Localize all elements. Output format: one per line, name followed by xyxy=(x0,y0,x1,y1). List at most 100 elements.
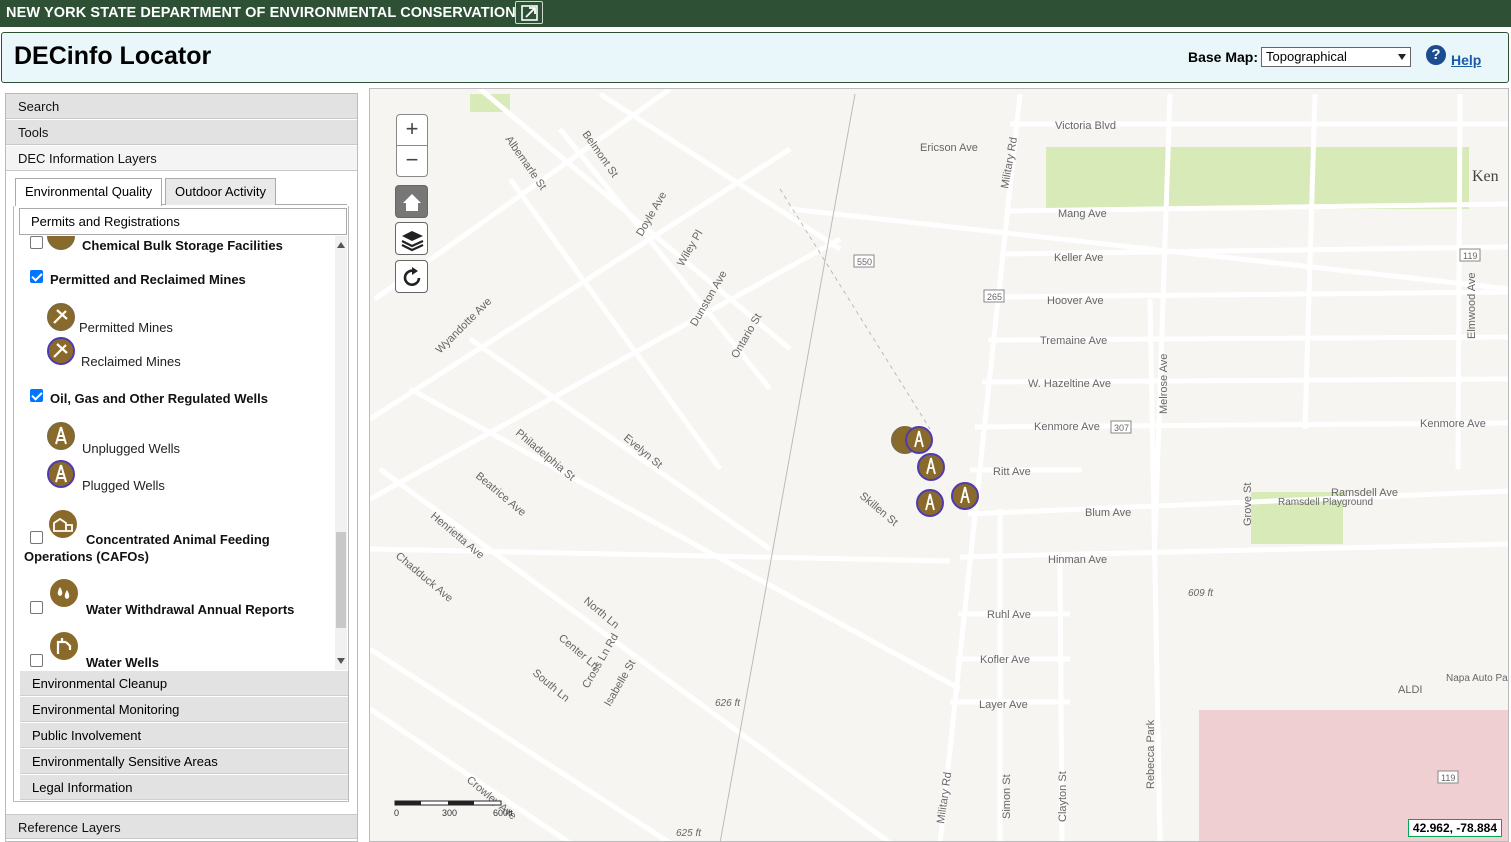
svg-text:Ramsdell Playground: Ramsdell Playground xyxy=(1278,497,1373,508)
refresh-button[interactable] xyxy=(395,260,428,293)
home-button[interactable] xyxy=(395,185,428,218)
layer-checkbox-water-withdrawal[interactable] xyxy=(30,601,43,614)
svg-text:Tremaine Ave: Tremaine Ave xyxy=(1040,335,1107,347)
layer-label-mines: Permitted and Reclaimed Mines xyxy=(50,272,246,287)
svg-text:Blum Ave: Blum Ave xyxy=(1085,507,1131,519)
map-marker-well[interactable] xyxy=(951,482,979,510)
help-icon[interactable]: ? xyxy=(1426,45,1446,65)
svg-text:600ft: 600ft xyxy=(493,808,514,818)
external-link-icon xyxy=(521,5,538,21)
layer-checkbox-mines[interactable] xyxy=(30,270,43,283)
svg-text:Napa Auto Parts: Napa Auto Parts xyxy=(1446,673,1509,684)
subsection-legal-information[interactable]: Legal Information xyxy=(20,775,348,800)
subsection-environmental-monitoring[interactable]: Environmental Monitoring xyxy=(20,697,348,722)
svg-text:Kenmore Ave: Kenmore Ave xyxy=(1034,421,1100,433)
zoom-in-button[interactable]: + xyxy=(396,114,428,146)
svg-text:119: 119 xyxy=(1463,251,1477,261)
subsection-sensitive-areas[interactable]: Environmentally Sensitive Areas xyxy=(20,749,348,774)
svg-text:0: 0 xyxy=(394,808,399,818)
svg-text:Ericson Ave: Ericson Ave xyxy=(920,142,978,154)
layer-checkbox-cafos[interactable] xyxy=(30,531,43,544)
route-shields: 550 265 307 119 119 xyxy=(853,248,1481,784)
layer-list: Chemical Bulk Storage Facilities Permitt… xyxy=(19,236,347,670)
svg-text:Philadelphia St: Philadelphia St xyxy=(513,427,577,483)
top-banner: NEW YORK STATE DEPARTMENT OF ENVIRONMENT… xyxy=(0,0,1511,27)
layer-label-cafos: Concentrated Animal Feeding xyxy=(86,532,270,547)
sidebar: Search Tools DEC Information Layers Envi… xyxy=(5,93,358,842)
map-marker-well[interactable] xyxy=(916,489,944,517)
svg-text:Military Rd: Military Rd xyxy=(999,136,1020,189)
svg-text:Melrose Ave: Melrose Ave xyxy=(1158,354,1170,414)
map-marker-well[interactable] xyxy=(905,426,933,454)
basemap-selected-value: Topographical xyxy=(1266,49,1347,64)
svg-text:Elmwood Ave: Elmwood Ave xyxy=(1466,273,1478,339)
layer-label-water-wells: Water Wells xyxy=(86,655,159,670)
svg-text:Mang Ave: Mang Ave xyxy=(1058,208,1107,220)
svg-text:Hinman Ave: Hinman Ave xyxy=(1048,554,1107,566)
scroll-thumb[interactable] xyxy=(336,532,346,628)
layer-checkbox-water-wells[interactable] xyxy=(30,654,43,667)
subsection-permits[interactable]: Permits and Registrations xyxy=(19,208,347,235)
svg-text:Military Rd: Military Rd xyxy=(935,771,954,824)
layer-checkbox-chemical-bulk[interactable] xyxy=(30,236,43,249)
subsection-environmental-cleanup[interactable]: Environmental Cleanup xyxy=(20,671,348,696)
svg-text:ALDI: ALDI xyxy=(1398,684,1422,696)
external-link-button[interactable] xyxy=(515,1,543,24)
accordion-reference-layers[interactable]: Reference Layers xyxy=(6,814,357,839)
layers-icon xyxy=(401,231,424,252)
svg-text:625 ft: 625 ft xyxy=(676,828,702,839)
scroll-up-icon[interactable] xyxy=(337,242,345,248)
svg-text:Chadduck Ave: Chadduck Ave xyxy=(393,550,455,605)
layer-checkbox-wells[interactable] xyxy=(30,389,43,402)
svg-text:550: 550 xyxy=(857,257,872,267)
well-markers xyxy=(891,426,979,517)
zoom-out-button[interactable]: − xyxy=(396,145,428,177)
svg-text:265: 265 xyxy=(987,292,1002,302)
legend-plugged-wells: Plugged Wells xyxy=(82,478,165,493)
tab-panel: Permits and Registrations Chemical Bulk … xyxy=(13,206,349,802)
help-link[interactable]: Help xyxy=(1451,52,1481,68)
svg-text:Simon St: Simon St xyxy=(1001,774,1013,819)
chemical-storage-icon xyxy=(47,236,75,250)
svg-text:Ruhl Ave: Ruhl Ave xyxy=(987,609,1031,621)
accordion-dec-layers[interactable]: DEC Information Layers xyxy=(6,146,357,171)
park-area xyxy=(1046,147,1469,209)
accordion-tools[interactable]: Tools xyxy=(6,120,357,145)
svg-text:Skillen St: Skillen St xyxy=(857,490,900,529)
svg-text:Clayton St: Clayton St xyxy=(1057,771,1069,822)
app-header: DECinfo Locator Base Map: Topographical … xyxy=(1,32,1509,83)
legend-permitted-mines: Permitted Mines xyxy=(79,320,173,335)
layer-list-scrollbar[interactable] xyxy=(335,236,347,670)
tab-environmental-quality[interactable]: Environmental Quality xyxy=(15,178,163,206)
svg-text:South Ln: South Ln xyxy=(530,667,571,705)
svg-text:300: 300 xyxy=(442,808,457,818)
layers-button[interactable] xyxy=(395,222,428,255)
pickaxe-icon xyxy=(47,337,75,365)
basemap-select[interactable]: Topographical xyxy=(1261,47,1411,67)
subsection-public-involvement[interactable]: Public Involvement xyxy=(20,723,348,748)
accordion-search[interactable]: Search xyxy=(6,94,357,119)
map-marker-well[interactable] xyxy=(917,453,945,481)
layer-label-cafos-2: Operations (CAFOs) xyxy=(24,549,149,564)
scale-bar: 0 300 600ft xyxy=(394,800,514,818)
svg-text:Isabelle St: Isabelle St xyxy=(602,658,638,708)
svg-text:Hoover Ave: Hoover Ave xyxy=(1047,295,1104,307)
layer-label-wells: Oil, Gas and Other Regulated Wells xyxy=(50,391,268,406)
svg-text:Grove St: Grove St xyxy=(1242,483,1254,526)
pickaxe-icon xyxy=(47,303,75,331)
map-canvas[interactable]: Victoria Blvd Ericson Ave Military Rd Ma… xyxy=(369,88,1509,842)
svg-text:Henrietta Ave: Henrietta Ave xyxy=(428,510,486,562)
tab-outdoor-activity[interactable]: Outdoor Activity xyxy=(165,178,277,205)
home-icon xyxy=(403,194,421,211)
coordinates-display: 42.962, -78.884 xyxy=(1407,819,1502,837)
svg-text:W. Hazeltine Ave: W. Hazeltine Ave xyxy=(1028,378,1111,390)
scroll-down-icon[interactable] xyxy=(337,658,345,664)
svg-text:Kofler Ave: Kofler Ave xyxy=(980,654,1030,666)
svg-text:626 ft: 626 ft xyxy=(715,698,741,709)
svg-text:119: 119 xyxy=(1441,773,1455,783)
oil-derrick-icon xyxy=(47,460,75,488)
svg-text:North Ln: North Ln xyxy=(581,595,621,631)
svg-text:Layer Ave: Layer Ave xyxy=(979,699,1028,711)
basemap-label: Base Map: xyxy=(1188,49,1259,65)
svg-text:609 ft: 609 ft xyxy=(1188,588,1214,599)
